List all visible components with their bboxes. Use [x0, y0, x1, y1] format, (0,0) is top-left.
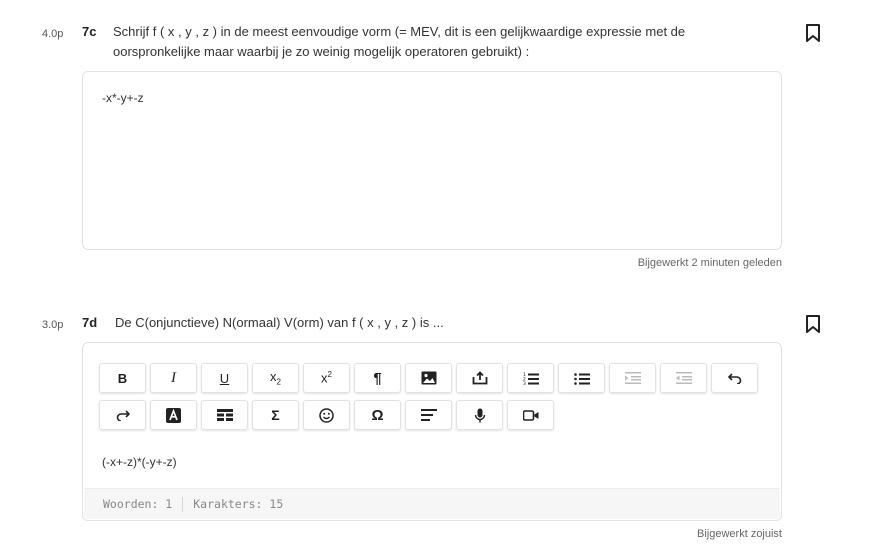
underline-icon: U [219, 370, 230, 386]
bold-icon: B [117, 370, 128, 386]
upload-button[interactable] [456, 363, 503, 393]
question-7d: 3.0p 7d De C(onjunctieve) N(ormaal) V(or… [0, 0, 871, 549]
text-color-icon [166, 407, 181, 423]
outdent-icon [675, 372, 692, 384]
paragraph-icon: ¶ [373, 369, 382, 387]
word-count: Woorden: 1 [103, 497, 173, 511]
underline-button[interactable]: U [201, 363, 248, 393]
omega-icon: Ω [371, 406, 384, 424]
align-icon [420, 409, 437, 421]
indent-button[interactable] [609, 363, 656, 393]
answer-text[interactable]: (-x+-z)*(-y+-z) [102, 455, 177, 469]
question-text: De C(onjunctieve) N(ormaal) V(orm) van f… [115, 315, 444, 330]
indent-icon [624, 372, 641, 384]
formula-button[interactable]: Σ [252, 400, 299, 430]
undo-button[interactable] [711, 363, 758, 393]
special-character-button[interactable]: Ω [354, 400, 401, 430]
emoji-icon [319, 407, 334, 423]
paragraph-button[interactable]: ¶ [354, 363, 401, 393]
align-button[interactable] [405, 400, 452, 430]
subscript-button[interactable]: x2 [252, 363, 299, 393]
superscript-icon: x2 [321, 370, 332, 385]
bulleted-list-button[interactable] [558, 363, 605, 393]
insert-image-button[interactable] [405, 363, 452, 393]
subscript-mark: 2 [276, 377, 281, 387]
image-icon [421, 371, 436, 385]
question-points: 3.0p [42, 319, 64, 331]
table-button[interactable] [201, 400, 248, 430]
video-button[interactable] [507, 400, 554, 430]
bookmark-button[interactable] [804, 314, 822, 334]
sigma-icon: Σ [271, 407, 280, 423]
character-count: Karakters: 15 [193, 497, 284, 511]
microphone-button[interactable] [456, 400, 503, 430]
microphone-icon [474, 408, 485, 422]
video-icon [522, 409, 538, 421]
upload-icon [472, 371, 487, 385]
undo-icon [727, 372, 741, 384]
emoji-button[interactable] [303, 400, 350, 430]
numbered-list-button[interactable]: 1 2 3 [507, 363, 554, 393]
italic-button[interactable]: I [150, 363, 197, 393]
outdent-button[interactable] [660, 363, 707, 393]
superscript-button[interactable]: x2 [303, 363, 350, 393]
updated-status: Bijgewerkt zojuist [697, 528, 782, 540]
table-icon [216, 409, 233, 421]
bulleted-list-icon [573, 372, 590, 385]
text-color-button[interactable] [150, 400, 197, 430]
redo-button[interactable] [99, 400, 146, 430]
rich-text-editor: B I U x2 x2 ¶ 1 2 3 Σ Ω (-x+-z)*(-y+-z) … [82, 342, 782, 521]
svg-text:3: 3 [523, 381, 526, 385]
redo-icon [116, 409, 130, 421]
editor-status-bar: Woorden: 1 Karakters: 15 [84, 488, 780, 519]
superscript-mark: 2 [327, 370, 332, 380]
subscript-icon: x2 [270, 369, 281, 387]
status-divider [182, 496, 184, 512]
italic-icon: I [171, 369, 176, 386]
question-number: 7d [82, 315, 98, 330]
bookmark-icon [806, 315, 820, 333]
numbered-list-icon: 1 2 3 [523, 372, 539, 385]
bold-button[interactable]: B [99, 363, 146, 393]
